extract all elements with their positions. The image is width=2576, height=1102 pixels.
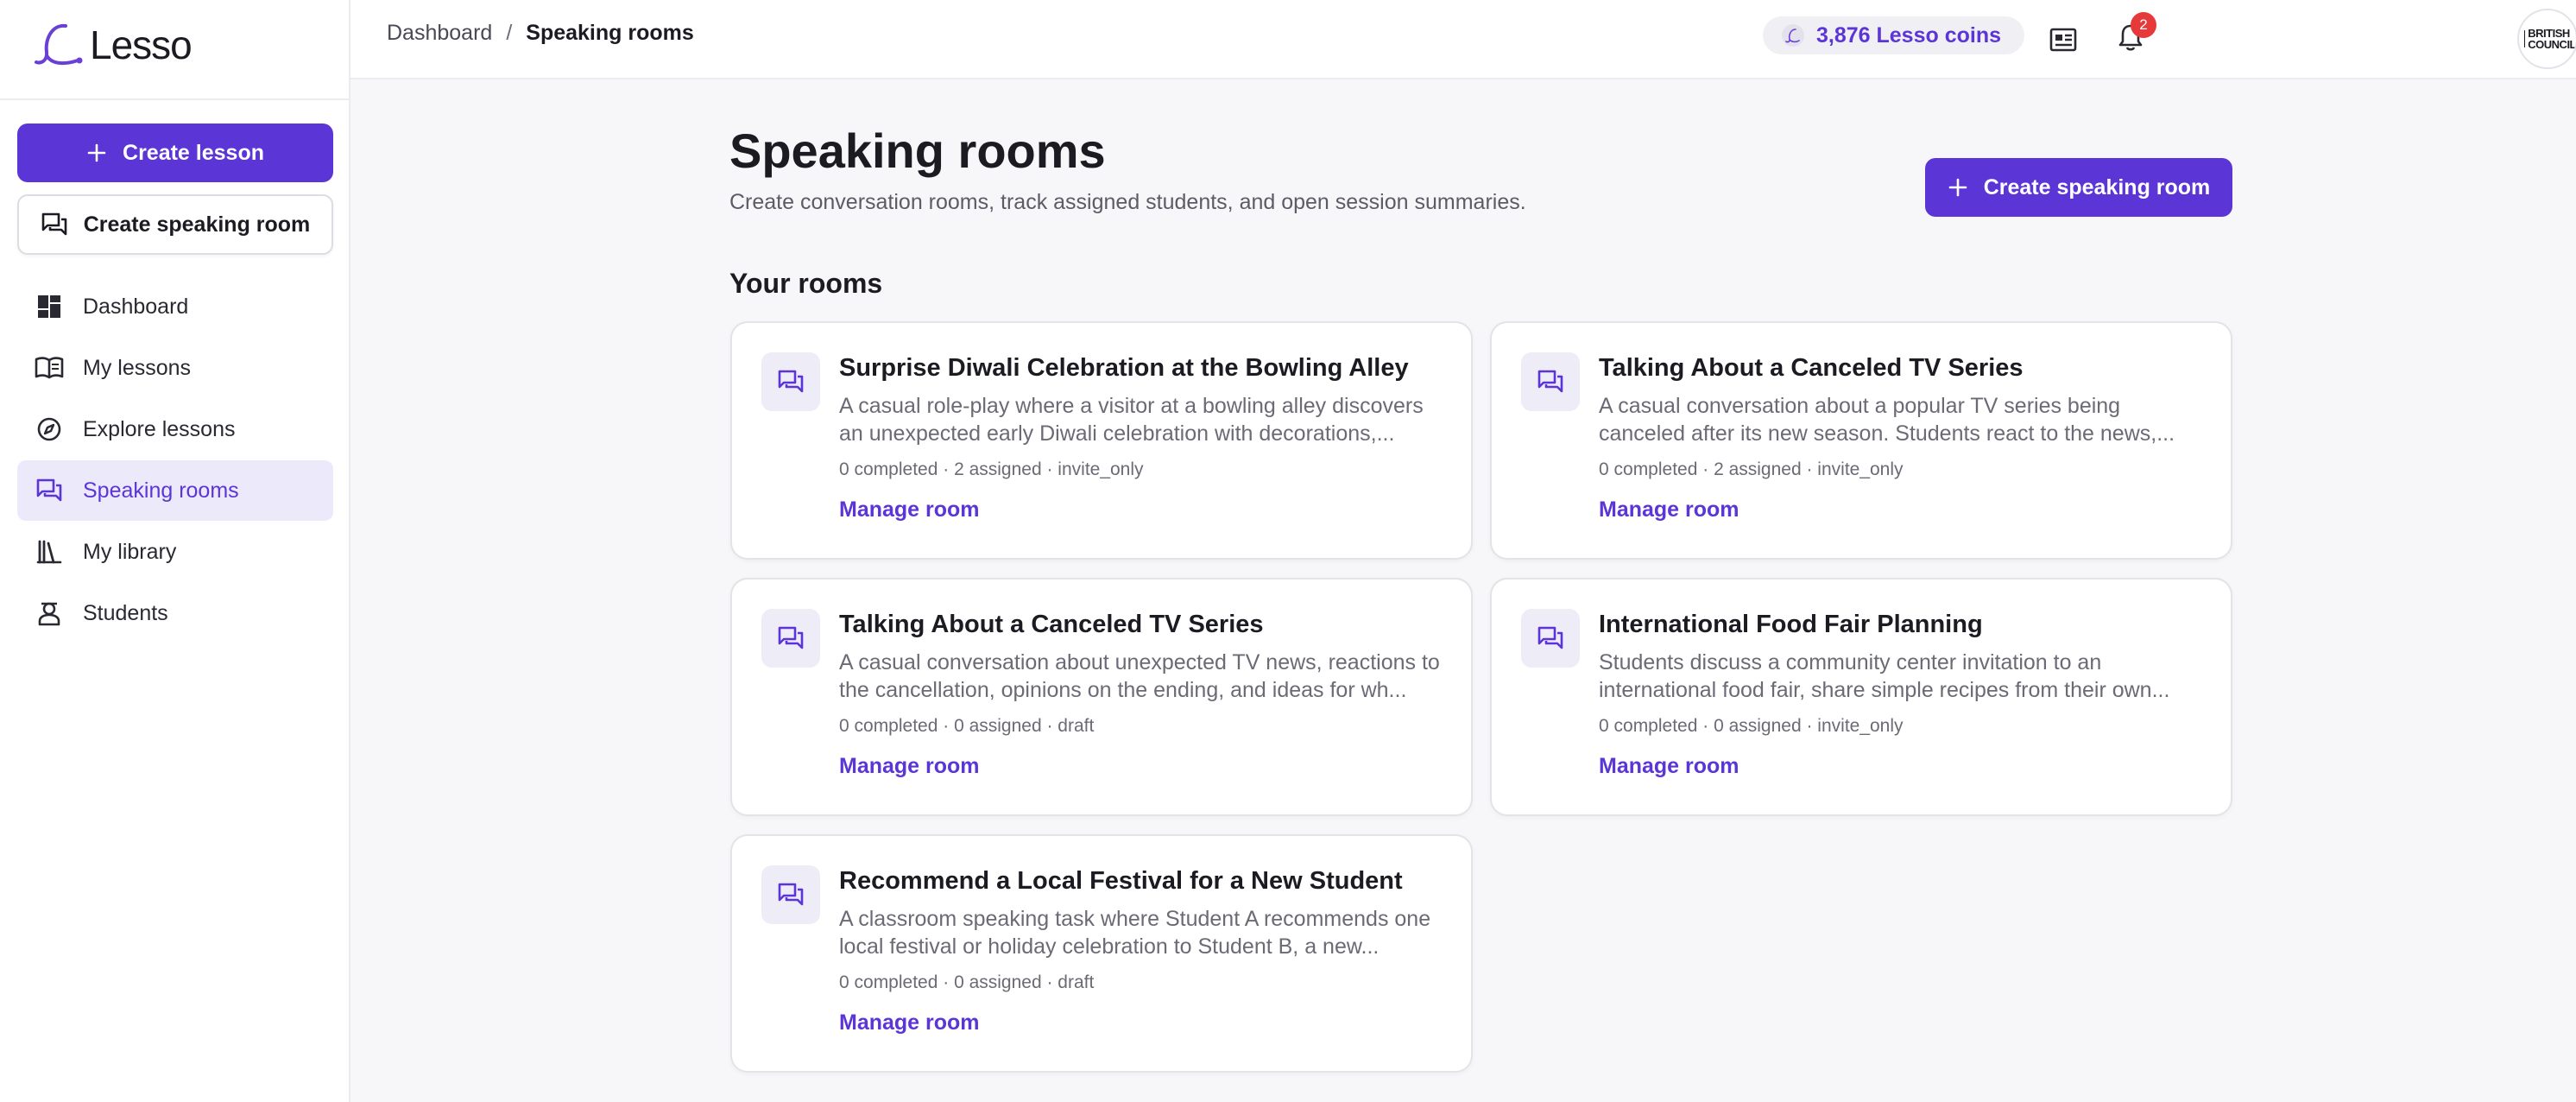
chat-icon — [35, 476, 64, 505]
sidebar-item-label: Speaking rooms — [83, 478, 239, 503]
sidebar-item-label: My lessons — [83, 355, 192, 380]
chat-icon — [761, 865, 820, 924]
create-lesson-label: Create lesson — [123, 140, 264, 165]
chat-icon — [1521, 352, 1580, 411]
sidebar-nav: Dashboard My lessons Explore lessons Spe… — [17, 276, 333, 644]
room-meta: 0 completed · 2 assigned · invite_only — [1599, 459, 1904, 479]
room-meta: 0 completed · 0 assigned · draft — [839, 972, 1095, 992]
room-title: Talking About a Canceled TV Series — [839, 611, 1264, 638]
breadcrumb-separator: / — [506, 21, 513, 45]
sidebar: Lesso Create lesson Create speaking room… — [0, 0, 350, 1102]
chat-icon — [761, 609, 820, 668]
room-meta: 0 completed · 0 assigned · draft — [839, 716, 1095, 736]
coins-label: 3,876 Lesso coins — [1816, 22, 2002, 48]
compass-icon — [35, 415, 64, 444]
manage-room-link[interactable]: Manage room — [839, 1010, 980, 1036]
page-subtitle: Create conversation rooms, track assigne… — [729, 190, 1526, 214]
room-description: A casual conversation about a popular TV… — [1599, 394, 2175, 446]
sidebar-item-my-lessons[interactable]: My lessons — [17, 338, 333, 398]
sidebar-item-dashboard[interactable]: Dashboard — [17, 276, 333, 337]
coin-icon — [1782, 24, 1804, 47]
room-description: Students discuss a community center invi… — [1599, 650, 2170, 702]
manage-room-link[interactable]: Manage room — [839, 754, 980, 779]
room-card: Surprise Diwali Celebration at the Bowli… — [730, 321, 1473, 560]
chat-icon — [761, 352, 820, 411]
sidebar-item-my-library[interactable]: My library — [17, 522, 333, 582]
dashboard-icon — [35, 292, 64, 321]
sidebar-item-label: Students — [83, 600, 168, 625]
create-speaking-room-button[interactable]: Create speaking room — [1925, 158, 2232, 217]
manage-room-link[interactable]: Manage room — [1599, 754, 1739, 779]
sidebar-divider — [0, 98, 349, 100]
coins-balance[interactable]: 3,876 Lesso coins — [1763, 16, 2024, 54]
room-description: A casual conversation about unexpected T… — [839, 650, 1440, 702]
room-card: Recommend a Local Festival for a New Stu… — [730, 834, 1473, 1073]
sidebar-item-speaking-rooms[interactable]: Speaking rooms — [17, 460, 333, 521]
room-title: Talking About a Canceled TV Series — [1599, 354, 2024, 382]
breadcrumb: Dashboard / Speaking rooms — [387, 21, 694, 46]
room-title: International Food Fair Planning — [1599, 611, 1983, 638]
room-description: A casual role-play where a visitor at a … — [839, 394, 1424, 446]
manage-room-link[interactable]: Manage room — [1599, 497, 1739, 522]
lesso-logo-icon — [35, 23, 83, 66]
room-card: Talking About a Canceled TV Series A cas… — [1490, 321, 2232, 560]
sidebar-item-explore-lessons[interactable]: Explore lessons — [17, 399, 333, 459]
sidebar-item-label: My library — [83, 539, 177, 564]
breadcrumb-dashboard-link[interactable]: Dashboard — [387, 21, 492, 46]
logo[interactable]: Lesso — [33, 19, 193, 71]
room-title: Recommend a Local Festival for a New Stu… — [839, 867, 1403, 895]
topbar: Dashboard / Speaking rooms — [350, 0, 2576, 79]
create-speaking-room-side-button[interactable]: Create speaking room — [17, 194, 333, 255]
room-title: Surprise Diwali Celebration at the Bowli… — [839, 354, 1409, 382]
manage-room-link[interactable]: Manage room — [839, 497, 980, 522]
plus-icon — [87, 143, 106, 162]
notification-badge: 2 — [2131, 12, 2156, 38]
room-card: International Food Fair Planning Student… — [1490, 578, 2232, 816]
create-lesson-button[interactable]: Create lesson — [17, 124, 333, 182]
page-title: Speaking rooms — [729, 124, 1106, 178]
create-speaking-room-side-label: Create speaking room — [83, 212, 311, 237]
create-speaking-room-label: Create speaking room — [1983, 174, 2211, 200]
chat-icon — [41, 212, 67, 236]
room-description: A classroom speaking task where Student … — [839, 907, 1431, 959]
logo-text: Lesso — [90, 22, 193, 67]
room-meta: 0 completed · 0 assigned · invite_only — [1599, 716, 1904, 736]
student-icon — [35, 598, 64, 628]
sidebar-item-label: Explore lessons — [83, 416, 236, 441]
room-meta: 0 completed · 2 assigned · invite_only — [839, 459, 1144, 479]
plus-icon — [1948, 178, 1967, 197]
section-title: Your rooms — [729, 268, 883, 299]
avatar-text: BRITISH COUNCIL — [2528, 27, 2576, 51]
room-card: Talking About a Canceled TV Series A cas… — [730, 578, 1473, 816]
book-icon — [35, 353, 64, 383]
avatar[interactable]: BRITISH COUNCIL — [2517, 9, 2576, 69]
news-icon[interactable] — [2046, 22, 2080, 57]
chat-icon — [1521, 609, 1580, 668]
sidebar-item-label: Dashboard — [83, 294, 189, 319]
sidebar-item-students[interactable]: Students — [17, 583, 333, 643]
library-icon — [35, 537, 64, 567]
breadcrumb-current: Speaking rooms — [526, 21, 694, 45]
